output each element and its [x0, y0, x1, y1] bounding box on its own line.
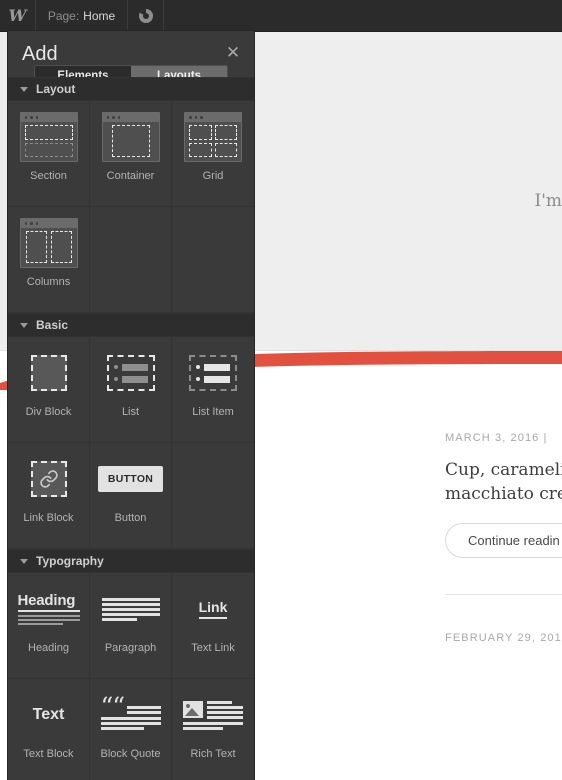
post-divider	[445, 594, 562, 596]
element-label: Div Block	[25, 406, 72, 418]
element-label: Heading	[28, 642, 69, 654]
empty-slot	[172, 443, 254, 549]
post-date: MARCH 3, 2016 |	[445, 432, 548, 444]
add-panel-header: Add ✕ Elements Layouts	[8, 31, 254, 87]
typography-element-grid: Heading Heading Paragraph Link Text Link…	[8, 573, 254, 780]
page-selector[interactable]: Page: Home	[36, 0, 128, 31]
element-section[interactable]: Section	[8, 101, 90, 207]
element-label: List	[121, 406, 140, 418]
element-label: Button	[114, 512, 147, 524]
chevron-down-icon	[20, 86, 28, 92]
hero-heading: I'm	[534, 191, 562, 211]
chevron-down-icon	[20, 322, 28, 328]
empty-slot	[90, 207, 172, 313]
empty-slot	[172, 207, 254, 313]
post-date: FEBRUARY 29, 201	[445, 632, 562, 645]
close-icon[interactable]: ✕	[224, 44, 242, 62]
heading-icon-text: Heading	[17, 592, 76, 610]
element-block-quote[interactable]: ““ Block Quote	[90, 679, 172, 780]
element-label: Columns	[26, 276, 71, 288]
section-title: Basic	[36, 318, 69, 332]
section-icon	[8, 101, 89, 173]
post-title: Cup, caramelize macchiato crea	[445, 458, 562, 506]
page-label: Page:	[47, 8, 80, 23]
element-container[interactable]: Container	[90, 101, 172, 207]
element-grid[interactable]: Grid	[172, 101, 254, 207]
element-label: List Item	[192, 406, 234, 418]
element-label: Container	[106, 170, 155, 182]
list-item-icon	[172, 337, 254, 409]
element-link-block[interactable]: Link Block	[8, 443, 90, 549]
post-title-line-1	[445, 658, 562, 682]
basic-element-grid: Div Block List List Item Link Block BUTT…	[8, 337, 254, 549]
element-list-item[interactable]: List Item	[172, 337, 254, 443]
link-block-icon	[8, 443, 89, 515]
columns-icon	[8, 207, 89, 279]
section-header-typography[interactable]: Typography	[8, 549, 254, 573]
text-link-icon: Link	[172, 573, 254, 645]
webflow-logo-button[interactable]: W	[0, 0, 36, 31]
element-paragraph[interactable]: Paragraph	[90, 573, 172, 679]
image-thumbnail-icon	[183, 700, 203, 718]
eye-icon	[138, 8, 153, 23]
element-label: Link Block	[23, 512, 74, 524]
element-label: Text Block	[23, 748, 74, 760]
add-panel-body: Layout Section Container Grid Columns Ba…	[8, 77, 254, 780]
container-icon	[90, 101, 171, 173]
paragraph-icon	[90, 573, 171, 645]
post-title-line-2: macchiato crea	[445, 484, 562, 505]
add-panel[interactable]: Add ✕ Elements Layouts Layout Section Co…	[8, 31, 254, 780]
text-block-icon-text: Text	[32, 706, 65, 723]
element-label: Text Link	[191, 642, 235, 654]
page-value: Home	[83, 8, 116, 23]
heading-icon: Heading	[8, 573, 89, 645]
element-div-block[interactable]: Div Block	[8, 337, 90, 443]
element-label: Block Quote	[100, 748, 161, 760]
section-header-layout[interactable]: Layout	[8, 77, 254, 101]
continue-reading-button[interactable]: Continue readin	[445, 523, 562, 559]
chain-link-icon	[39, 470, 58, 488]
chevron-down-icon	[20, 558, 28, 564]
section-title: Typography	[36, 554, 104, 568]
grid-icon	[172, 101, 254, 173]
element-text-block[interactable]: Text Text Block	[8, 679, 90, 780]
post-title-line-1: Cup, caramelize	[445, 460, 562, 480]
webflow-designer: I'm MARCH 3, 2016 | Cup, caramelize macc…	[0, 0, 562, 780]
element-rich-text[interactable]: Rich Text	[172, 679, 254, 780]
text-link-icon-text: Link	[198, 599, 228, 615]
element-button[interactable]: BUTTON Button	[90, 443, 172, 549]
element-label: Grid	[202, 170, 224, 182]
button-icon-text: BUTTON	[97, 466, 164, 492]
section-header-basic[interactable]: Basic	[8, 313, 254, 337]
webflow-logo-icon: W	[8, 5, 27, 25]
preview-toggle-button[interactable]	[128, 0, 164, 31]
top-toolbar: W Page: Home	[0, 0, 562, 32]
element-label: Section	[30, 170, 67, 182]
text-block-icon: Text	[8, 679, 89, 751]
block-quote-icon: ““	[90, 679, 171, 751]
quote-marks-icon: ““	[100, 692, 126, 721]
layout-element-grid: Section Container Grid Columns	[8, 101, 254, 313]
list-icon	[90, 337, 171, 409]
element-heading[interactable]: Heading Heading	[8, 573, 90, 679]
element-list[interactable]: List	[90, 337, 172, 443]
element-label: Paragraph	[104, 642, 157, 654]
element-label: Rich Text	[190, 748, 236, 760]
element-columns[interactable]: Columns	[8, 207, 90, 313]
rich-text-icon	[172, 679, 254, 751]
section-title: Layout	[36, 82, 76, 96]
panel-title: Add	[22, 43, 58, 65]
post-title	[445, 658, 562, 682]
element-text-link[interactable]: Link Text Link	[172, 573, 254, 679]
button-icon: BUTTON	[90, 443, 171, 515]
div-block-icon	[8, 337, 89, 409]
